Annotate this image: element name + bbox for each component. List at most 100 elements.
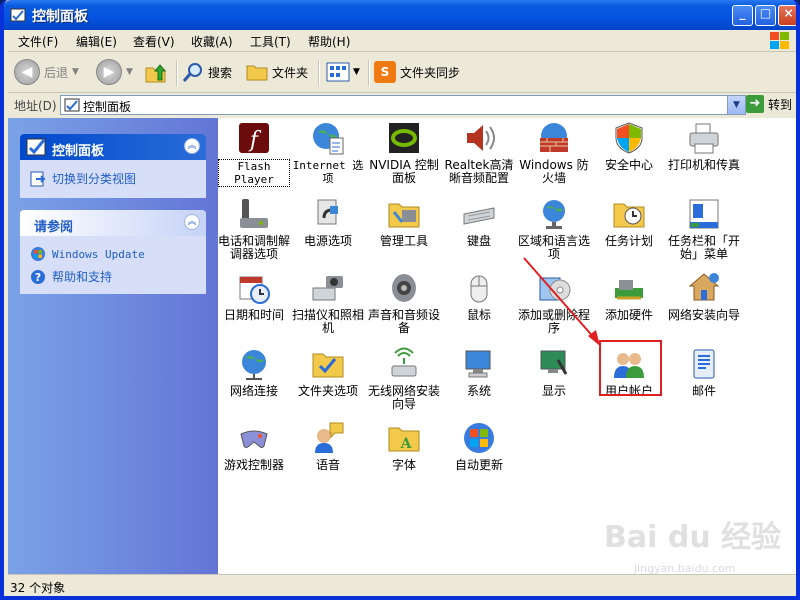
item-network-connections[interactable]: 网络连接: [218, 346, 290, 398]
item-label: 管理工具: [379, 234, 428, 248]
item-display[interactable]: 显示: [518, 346, 590, 398]
item-mail[interactable]: 邮件: [668, 346, 740, 398]
item-speech[interactable]: 语音: [292, 420, 364, 472]
switch-view-icon: [30, 171, 46, 186]
item-label: 扫描仪和照相机: [292, 308, 365, 335]
help-support-label: 帮助和支持: [52, 270, 113, 284]
item-folder-options[interactable]: 文件夹选项: [292, 346, 364, 398]
item-internet-options[interactable]: Internet 选项: [292, 120, 364, 185]
windows-update-link[interactable]: Windows Update: [30, 246, 196, 262]
display-icon: [536, 346, 572, 382]
item-fonts[interactable]: A 字体: [368, 420, 440, 472]
windows-update-label: Windows Update: [52, 247, 145, 261]
item-date-time[interactable]: 日期和时间: [218, 270, 290, 322]
folder-sync-button[interactable]: S 文件夹同步: [374, 58, 460, 86]
back-label: 后退: [44, 65, 69, 80]
item-security-center[interactable]: 安全中心: [593, 120, 665, 172]
item-label: 键盘: [466, 234, 491, 248]
control-panel-box: 控制面板 ︽ 切换到分类视图: [20, 134, 206, 198]
go-label: 转到: [768, 97, 793, 112]
item-admin-tools[interactable]: 管理工具: [368, 196, 440, 248]
phone-modem-icon: [236, 196, 272, 232]
back-button[interactable]: ◀ 后退 ▼: [14, 58, 79, 86]
item-scanners-cameras[interactable]: 扫描仪和照相机: [292, 270, 364, 335]
item-label: 自动更新: [454, 458, 503, 472]
item-realtek-audio[interactable]: Realtek高清晰音频配置: [443, 120, 515, 185]
item-scheduled-tasks[interactable]: 任务计划: [593, 196, 665, 248]
minimize-button[interactable]: _: [732, 5, 753, 26]
task-pane: 控制面板 ︽ 切换到分类视图 请参阅 ︽ Windows Update ? 帮助…: [8, 118, 218, 574]
svg-text:A: A: [400, 436, 413, 452]
address-dropdown-button[interactable]: ▼: [727, 96, 745, 114]
menu-favorites[interactable]: 收藏(A): [191, 33, 233, 50]
network-globe-icon: [236, 346, 272, 382]
item-label: 任务栏和「开始」菜单: [668, 234, 741, 261]
views-button[interactable]: ▼: [326, 58, 360, 86]
search-button[interactable]: 搜索: [182, 58, 232, 86]
back-arrow-icon: ◀: [14, 59, 40, 85]
maximize-button[interactable]: □: [755, 5, 776, 26]
help-icon: ?: [31, 269, 45, 284]
speech-icon: [310, 420, 346, 456]
folders-label: 文件夹: [272, 65, 309, 80]
item-windows-firewall[interactable]: Windows 防火墙: [518, 120, 590, 185]
item-power-options[interactable]: 电源选项: [292, 196, 364, 248]
item-label: Flash Player: [218, 159, 290, 187]
control-panel-box-header[interactable]: 控制面板 ︽: [20, 134, 206, 160]
chevron-down-icon: ▼: [72, 67, 79, 77]
item-label: 日期和时间: [223, 308, 284, 322]
close-button[interactable]: ×: [778, 5, 796, 26]
switch-view-label: 切换到分类视图: [52, 172, 137, 186]
scanner-camera-icon: [310, 270, 346, 306]
menu-help[interactable]: 帮助(H): [308, 33, 350, 50]
control-panel-icon: [26, 138, 46, 156]
folder-icon: [246, 65, 268, 81]
collapse-icon[interactable]: ︽: [184, 214, 200, 230]
help-support-link[interactable]: ? 帮助和支持: [30, 268, 196, 285]
toolbar-separator: [176, 60, 178, 86]
search-icon: [182, 63, 202, 82]
menu-tools[interactable]: 工具(T): [250, 33, 291, 50]
item-label: Realtek高清晰音频配置: [444, 158, 514, 185]
sync-s-icon: S: [374, 61, 396, 83]
windows-logo-icon: [770, 32, 789, 49]
menu-edit[interactable]: 编辑(E): [76, 33, 117, 50]
globe-icon: [310, 120, 346, 156]
switch-category-view-link[interactable]: 切换到分类视图: [30, 170, 196, 187]
up-folder-button[interactable]: [144, 58, 168, 86]
gamepad-icon: [236, 420, 272, 456]
folders-button[interactable]: 文件夹: [246, 58, 308, 86]
item-keyboard[interactable]: 键盘: [443, 196, 515, 248]
item-sounds-audio[interactable]: 声音和音频设备: [368, 270, 440, 335]
windows-update-icon: [31, 247, 45, 261]
sync-label: 文件夹同步: [400, 65, 461, 80]
title-bar: 控制面板 _ □ ×: [4, 0, 796, 30]
item-game-controllers[interactable]: 游戏控制器: [218, 420, 290, 472]
item-nvidia[interactable]: NVIDIA 控制面板: [368, 120, 440, 185]
item-label: 网络连接: [229, 384, 278, 398]
menu-view[interactable]: 查看(V): [133, 33, 175, 50]
forward-button[interactable]: ▶ ▼: [96, 58, 133, 86]
items-view: f Flash Player Internet 选项 NVIDIA 控制面板 R…: [218, 118, 796, 575]
item-taskbar-start[interactable]: 任务栏和「开始」菜单: [668, 196, 740, 261]
item-network-setup-wizard[interactable]: 网络安装向导: [668, 270, 740, 322]
item-phone-modem[interactable]: 电话和调制解调器选项: [218, 196, 290, 261]
go-button[interactable]: ➜ 转到: [746, 95, 792, 113]
item-regional-language[interactable]: 区域和语言选项: [518, 196, 590, 261]
address-input[interactable]: 控制面板 ▼: [60, 95, 746, 115]
collapse-icon[interactable]: ︽: [184, 138, 200, 154]
item-printers-faxes[interactable]: 打印机和传真: [668, 120, 740, 172]
item-mouse[interactable]: 鼠标: [443, 270, 515, 322]
sound-speaker-icon: [386, 270, 422, 306]
address-label: 地址(D): [14, 99, 57, 113]
menu-file[interactable]: 文件(F): [18, 33, 58, 50]
item-system[interactable]: 系统: [443, 346, 515, 398]
window-title: 控制面板: [32, 9, 88, 25]
admin-tools-icon: [386, 196, 422, 232]
see-also-header[interactable]: 请参阅 ︽: [20, 210, 206, 236]
item-label: 鼠标: [466, 308, 491, 322]
item-flash-player[interactable]: f Flash Player: [218, 120, 290, 187]
item-wireless-wizard[interactable]: 无线网络安装向导: [368, 346, 440, 411]
item-automatic-updates[interactable]: 自动更新: [443, 420, 515, 472]
item-label: 安全中心: [604, 158, 653, 172]
